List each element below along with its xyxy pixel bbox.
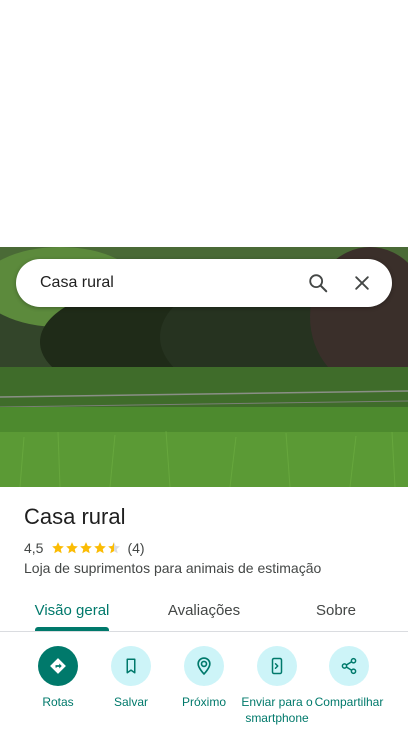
active-tab-indicator — [35, 627, 109, 631]
send-to-phone-button[interactable]: Enviar para o smartphone — [237, 646, 317, 726]
search-icon[interactable] — [300, 265, 336, 301]
tab-overview[interactable]: Visão geral — [20, 588, 124, 632]
nearby-label: Próximo — [181, 695, 226, 709]
tab-label: Sobre — [315, 601, 357, 619]
rating-value: 4,5 — [24, 540, 44, 556]
half-star-icon — [108, 542, 121, 554]
tab-label: Visão geral — [34, 601, 110, 619]
share-icon — [329, 646, 369, 686]
save-button[interactable]: Salvar — [91, 646, 171, 710]
bookmark-icon — [111, 646, 151, 686]
tab-about[interactable]: Sobre — [296, 588, 376, 632]
share-button[interactable]: Compartilhar — [309, 646, 389, 710]
directions-icon — [38, 646, 78, 686]
review-count: (4) — [127, 540, 145, 556]
directions-button[interactable]: Rotas — [18, 646, 98, 710]
search-bar[interactable]: Casa rural — [16, 259, 392, 307]
send-to-phone-label: Enviar para o smartphone — [241, 695, 313, 725]
tab-bar: Visão geral Avaliações Sobre — [0, 588, 408, 632]
tab-reviews[interactable]: Avaliações — [150, 588, 258, 632]
share-label: Compartilhar — [314, 695, 384, 709]
rating-stars — [51, 541, 121, 555]
star-icon — [52, 542, 65, 554]
place-title: Casa rural — [24, 504, 126, 529]
nearby-button[interactable]: Próximo — [164, 646, 244, 710]
close-icon[interactable] — [344, 265, 380, 301]
tab-label: Avaliações — [167, 601, 241, 619]
star-icon — [66, 542, 79, 554]
directions-label: Rotas — [42, 695, 74, 709]
action-bar: Rotas Salvar Próximo Enviar para o smart… — [0, 646, 408, 734]
star-icon — [80, 542, 93, 554]
blank-area — [0, 0, 408, 247]
save-label: Salvar — [113, 695, 148, 709]
rating-row[interactable]: 4,5 (4) — [24, 540, 145, 556]
send-to-phone-icon — [257, 646, 297, 686]
star-icon — [94, 542, 107, 554]
nearby-icon — [184, 646, 224, 686]
search-input[interactable]: Casa rural — [40, 274, 292, 292]
place-category: Loja de suprimentos para animais de esti… — [24, 560, 322, 576]
